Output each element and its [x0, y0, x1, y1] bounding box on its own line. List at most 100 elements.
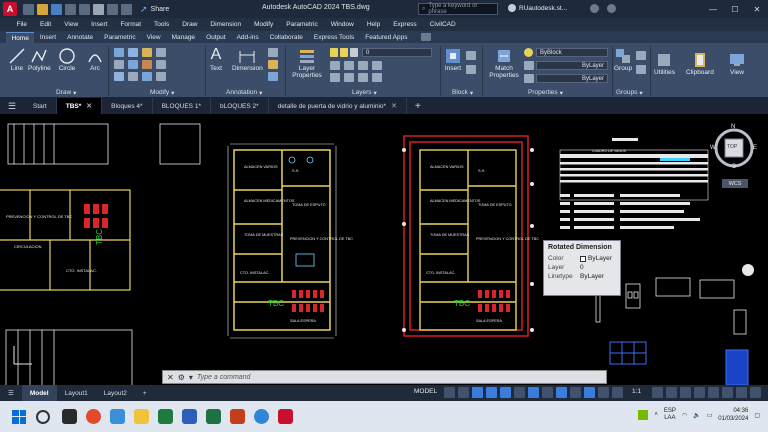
3d-osnap-icon[interactable] — [584, 387, 595, 398]
excel-icon[interactable] — [206, 409, 221, 424]
file-tab-bloques-4[interactable]: Bloques 4* — [102, 98, 153, 114]
layout-tab-layout2[interactable]: Layout2 — [96, 385, 135, 401]
windows-start-icon[interactable] — [12, 409, 26, 424]
match-properties-button[interactable]: Match Properties — [486, 47, 522, 79]
layout-tab-model[interactable]: Model — [21, 385, 57, 401]
ungroup-icon[interactable] — [636, 51, 646, 60]
osnap-icon[interactable] — [500, 387, 511, 398]
autocad-logo-icon[interactable]: A — [3, 2, 17, 16]
add-layout-button[interactable]: + — [135, 385, 155, 401]
menu-parametric[interactable]: Parametric — [280, 21, 324, 28]
model-space-toggle[interactable]: MODEL — [414, 388, 437, 395]
groups-group-label[interactable]: Groups ▾ — [616, 88, 643, 97]
menu-window[interactable]: Window — [324, 21, 360, 28]
file-tab-detalle-puerta[interactable]: detalle de puerta de vidrio y aluminio* ✕ — [269, 98, 407, 114]
array-icon[interactable] — [142, 72, 152, 81]
file-tab-start[interactable]: Start — [24, 98, 57, 114]
print-icon[interactable] — [93, 3, 104, 15]
menu-civilcad[interactable]: CivilCAD — [423, 21, 462, 28]
task-view-icon[interactable] — [62, 409, 77, 424]
annotation-group-label[interactable]: Annotation ▾ — [226, 88, 262, 97]
help-icon[interactable] — [607, 4, 616, 13]
viewcube-top-label[interactable]: TOP — [727, 144, 737, 150]
tab-add-ins[interactable]: Add-ins — [231, 32, 264, 43]
menu-dimension[interactable]: Dimension — [204, 21, 248, 28]
menu-format[interactable]: Format — [114, 21, 148, 28]
lineweight-dropdown[interactable]: ByLayer — [536, 61, 608, 70]
offset-icon[interactable] — [156, 72, 166, 81]
file-tab-bloques-2[interactable]: bLOQUES 2* — [211, 98, 269, 114]
menu-file[interactable]: File — [10, 21, 33, 28]
plus-icon[interactable] — [666, 387, 677, 398]
isolate-icon[interactable] — [708, 387, 719, 398]
tab-view[interactable]: View — [141, 32, 166, 43]
block-group-label[interactable]: Block ▾ — [452, 88, 473, 97]
quick-properties-icon[interactable] — [694, 387, 705, 398]
user-account-button[interactable]: RUautodesk.st... — [508, 4, 567, 12]
polar-icon[interactable] — [486, 387, 497, 398]
annotation-visibility-icon[interactable] — [598, 387, 609, 398]
word-icon[interactable] — [182, 409, 197, 424]
nvidia-icon[interactable] — [638, 410, 649, 420]
tab-express-tools[interactable]: Express Tools — [308, 32, 359, 43]
menu-insert[interactable]: Insert — [85, 21, 114, 28]
lock-icon[interactable] — [350, 48, 358, 57]
wifi-icon[interactable]: ◠ — [682, 412, 687, 419]
close-icon[interactable]: ✕ — [167, 373, 174, 382]
linetype-dropdown[interactable]: ByLayer — [536, 74, 608, 83]
save-icon[interactable] — [51, 3, 62, 15]
command-line[interactable]: ✕ ⚙ ▾ Type a command — [162, 370, 607, 384]
rotate-icon[interactable] — [128, 48, 138, 57]
modify-group-label[interactable]: Modify ▾ — [150, 88, 174, 97]
viewcube[interactable]: TOP N S W E — [710, 124, 758, 172]
search-icon[interactable] — [36, 409, 50, 424]
close-icon[interactable]: ✕ — [86, 102, 92, 110]
stretch-icon[interactable] — [114, 72, 124, 81]
insert-block-button[interactable]: Insert — [444, 47, 462, 72]
clipboard-button[interactable]: Clipboard — [686, 51, 714, 76]
group-button[interactable]: Group — [614, 47, 632, 72]
linetype-icon[interactable] — [524, 74, 534, 83]
new-tab-button[interactable]: + — [407, 101, 429, 112]
leader-icon[interactable] — [268, 60, 278, 69]
compass-north[interactable]: N — [731, 124, 735, 130]
line-tool[interactable]: Line — [8, 47, 26, 72]
command-dropdown-icon[interactable]: ▾ — [189, 373, 193, 382]
tab-home[interactable]: Home — [6, 32, 35, 43]
customization-icon[interactable] — [750, 387, 761, 398]
grid-icon[interactable] — [444, 387, 455, 398]
tab-collaborate[interactable]: Collaborate — [264, 32, 308, 43]
layer-tool-icon[interactable] — [330, 73, 340, 82]
layer-tool-icon[interactable] — [358, 73, 368, 82]
open-folder-icon[interactable] — [37, 3, 48, 15]
arc-tool[interactable]: Arc — [86, 47, 104, 72]
hardware-acceleration-icon[interactable] — [722, 387, 733, 398]
layout-tab-layout1[interactable]: Layout1 — [57, 385, 96, 401]
menu-tools[interactable]: Tools — [148, 21, 176, 28]
file-tab-bloques-1[interactable]: BLOQUES 1* — [153, 98, 211, 114]
erase-icon[interactable] — [156, 48, 166, 57]
compass-west[interactable]: W — [710, 145, 716, 151]
ortho-icon[interactable] — [472, 387, 483, 398]
lineweight-icon[interactable] — [524, 61, 534, 70]
dimension-tool[interactable]: Dimension — [232, 47, 263, 72]
share-button[interactable]: ➚ Share — [140, 4, 169, 15]
units-icon[interactable] — [680, 387, 691, 398]
search-input[interactable]: ⌕ Type a keyword or phrase — [418, 3, 498, 15]
otrack-icon[interactable] — [514, 387, 525, 398]
drawing-canvas[interactable]: PREVENCION Y CONTROL DE TBC CIRCULACION … — [0, 114, 768, 385]
new-file-icon[interactable] — [23, 3, 34, 15]
explode-icon[interactable] — [156, 60, 166, 69]
lightbulb-icon[interactable] — [330, 48, 338, 57]
annotation-scale[interactable]: 1:1 — [632, 388, 641, 395]
layer-dropdown[interactable]: 0 — [362, 48, 432, 57]
chrome-icon[interactable] — [86, 409, 101, 424]
save-as-icon[interactable] — [65, 3, 76, 15]
snap-icon[interactable] — [458, 387, 469, 398]
battery-icon[interactable]: ▭ — [707, 412, 713, 419]
move-icon[interactable] — [114, 48, 124, 57]
dynamic-input-icon[interactable] — [528, 387, 539, 398]
edge-icon[interactable] — [254, 409, 269, 424]
powerpoint-icon[interactable] — [230, 409, 245, 424]
mail-icon[interactable] — [110, 409, 125, 424]
